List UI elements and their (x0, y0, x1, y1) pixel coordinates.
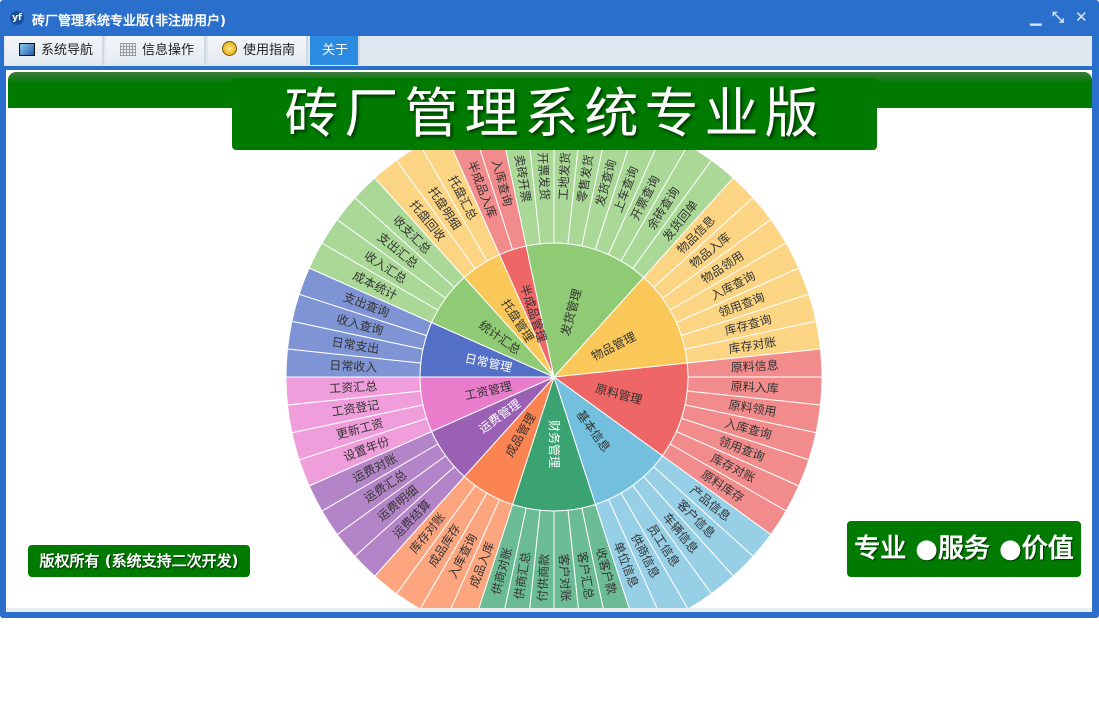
item-label: 原料入库 (730, 378, 779, 395)
restore-icon[interactable]: ⤡ (1052, 8, 1064, 26)
tab-info-ops[interactable]: 信息操作 (106, 36, 206, 65)
item-label: 日常收入 (329, 358, 378, 374)
tab-system-nav[interactable]: 系统导航 (5, 36, 104, 65)
app-logo-icon: yf (10, 11, 24, 25)
category-label: 财务管理 (547, 420, 562, 468)
item-label: 工资汇总 (329, 379, 378, 395)
app-window: yf 砖厂管理系统专业版(非注册用户) ▁ ⤡ ✕ 系统导航 信息操作 使用指南… (0, 0, 1099, 618)
tab-bar: 系统导航 信息操作 使用指南 关于 (4, 36, 1092, 66)
minimize-icon[interactable]: ▁ (1030, 8, 1042, 26)
item-label: 客户对账 (556, 553, 573, 602)
about-panel: 发货管理 卖砖开票 开票发货 工地发货 零售发货 发货查询 上车查询 开票查询 余砖查询 发货回单… (6, 70, 1092, 612)
monitor-icon (19, 43, 35, 56)
tab-about[interactable]: 关于 (310, 36, 360, 65)
item-label: 开票发货 (535, 152, 552, 201)
window-title: 砖厂管理系统专业版(非注册用户) (32, 14, 226, 29)
tab-label: 使用指南 (243, 43, 296, 58)
title-bar[interactable]: yf 砖厂管理系统专业版(非注册用户) ▁ ⤡ ✕ (0, 0, 1099, 36)
product-banner: 砖厂管理系统专业版 (232, 78, 877, 150)
tab-label: 关于 (322, 43, 349, 58)
close-icon[interactable]: ✕ (1075, 8, 1088, 26)
tab-label: 系统导航 (41, 43, 94, 58)
grid-icon (120, 43, 136, 56)
item-label: 工地发货 (555, 152, 572, 201)
tab-guide[interactable]: 使用指南 (208, 36, 308, 65)
copyright-badge: 版权所有 (系统支持二次开发) (28, 545, 250, 577)
tab-label: 信息操作 (142, 43, 195, 58)
slogan-badge: 专业 ●服务 ●价值 (847, 521, 1081, 577)
item-label: 付供商款 (534, 553, 551, 602)
help-icon (222, 41, 237, 56)
item-label: 原料信息 (730, 357, 779, 374)
